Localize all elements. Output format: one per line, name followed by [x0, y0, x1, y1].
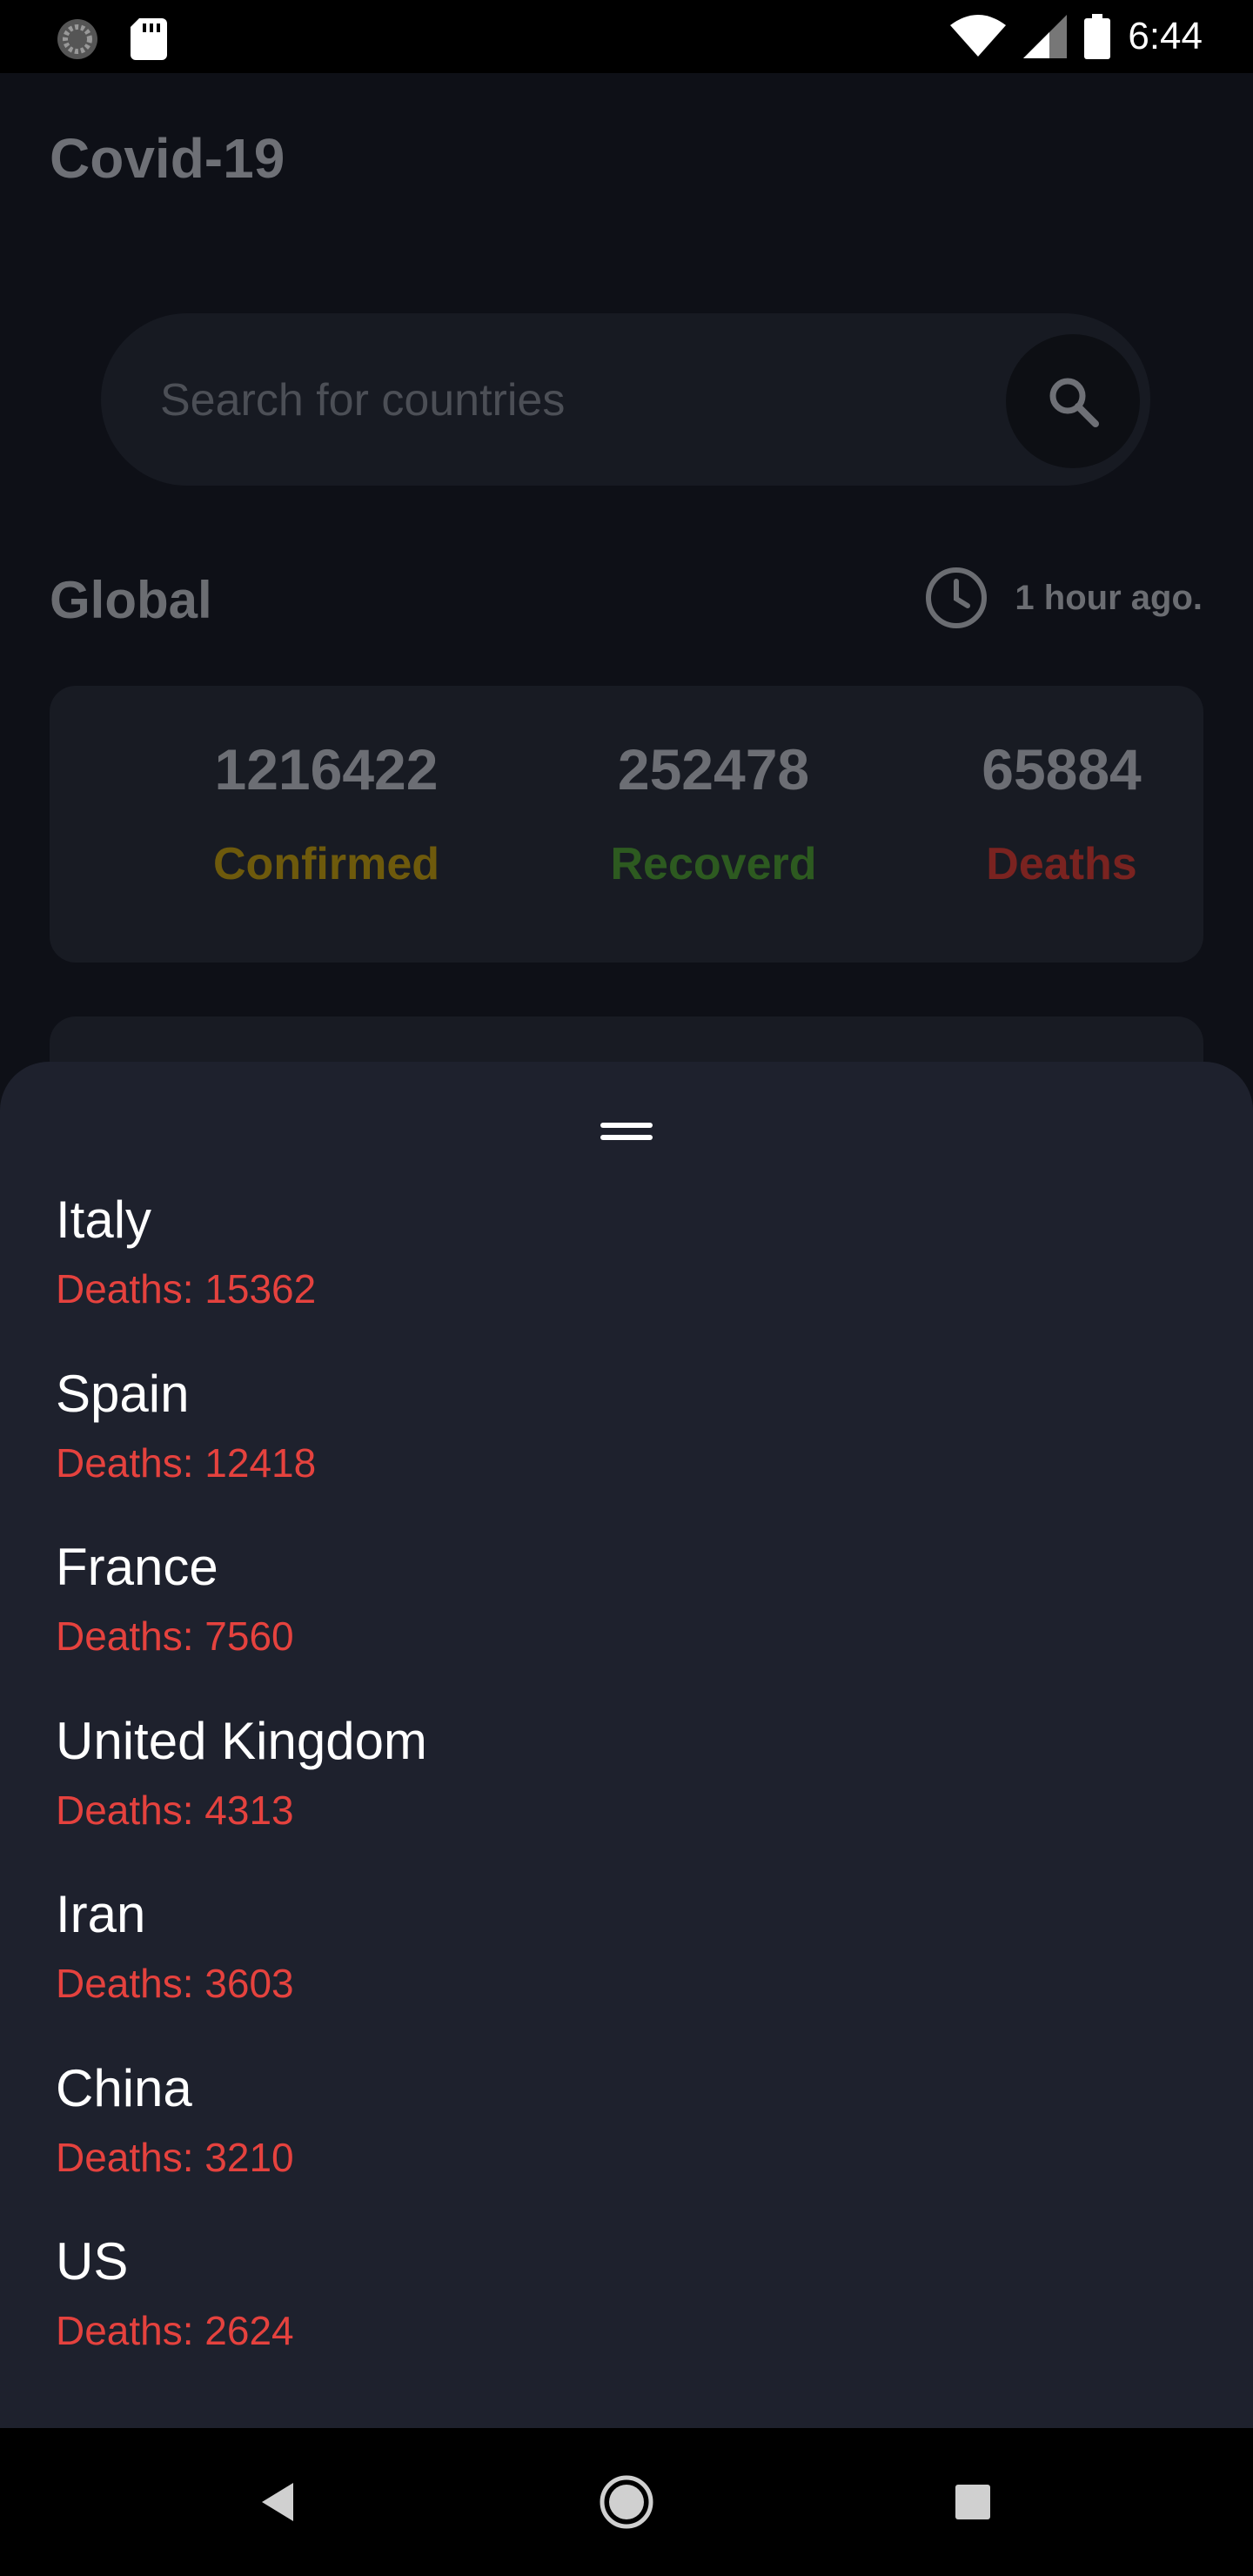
global-heading: Global — [50, 571, 212, 629]
bottom-sheet[interactable]: Italy Deaths: 15362 Spain Deaths: 12418 … — [0, 1062, 1253, 2428]
global-stats-card: 1216422 Confirmed 252478 Recoverd 65884 … — [50, 686, 1203, 963]
confirmed-stat: 1216422 Confirmed — [144, 731, 509, 895]
battery-icon — [1084, 14, 1111, 59]
list-item[interactable]: France Deaths: 7560 — [56, 1533, 1187, 1707]
sync-icon — [57, 19, 97, 59]
country-list: Italy Deaths: 15362 Spain Deaths: 12418 … — [56, 1185, 1187, 2401]
deaths-label: Deaths — [986, 839, 1137, 889]
home-button[interactable] — [596, 2472, 657, 2532]
search-input[interactable] — [158, 367, 980, 433]
list-item[interactable]: Spain Deaths: 12418 — [56, 1359, 1187, 1533]
list-item[interactable]: US Deaths: 2624 — [56, 2227, 1187, 2401]
recents-icon — [955, 2485, 990, 2519]
country-deaths: Deaths: 15362 — [56, 1266, 317, 1311]
recents-button[interactable] — [942, 2472, 1003, 2532]
confirmed-label: Confirmed — [213, 839, 439, 889]
list-item[interactable]: Iran Deaths: 3603 — [56, 1880, 1187, 2054]
status-bar: 6:44 — [0, 0, 1253, 73]
recovered-value: 252478 — [617, 737, 810, 802]
deaths-value: 65884 — [982, 737, 1142, 802]
back-icon — [262, 2483, 293, 2521]
status-time: 6:44 — [1128, 15, 1203, 57]
country-name: United Kingdom — [56, 1711, 427, 1770]
search-icon — [1049, 378, 1099, 427]
country-deaths: Deaths: 3210 — [56, 2134, 294, 2180]
list-item[interactable]: China Deaths: 3210 — [56, 2054, 1187, 2228]
clock-icon — [926, 567, 988, 628]
country-deaths: Deaths: 12418 — [56, 1439, 317, 1486]
list-item[interactable]: United Kingdom Deaths: 4313 — [56, 1707, 1187, 1881]
drag-handle-icon[interactable] — [600, 1119, 653, 1144]
app-title: Covid-19 — [50, 127, 285, 190]
confirmed-value: 1216422 — [214, 737, 439, 802]
navigation-bar — [0, 2428, 1253, 2576]
last-updated-text: 1 hour ago. — [1015, 578, 1203, 617]
recovered-label: Recoverd — [610, 839, 817, 889]
country-name: US — [56, 2232, 129, 2291]
search-bar — [101, 313, 1150, 486]
country-deaths: Deaths: 7560 — [56, 1613, 294, 1659]
sd-card-icon — [131, 18, 167, 60]
signal-icon — [1023, 15, 1068, 58]
country-deaths: Deaths: 4313 — [56, 1787, 294, 1833]
list-item[interactable]: Italy Deaths: 15362 — [56, 1185, 1187, 1359]
search-button[interactable] — [1006, 334, 1140, 468]
country-deaths: Deaths: 2624 — [56, 2308, 294, 2353]
deaths-stat: 65884 Deaths — [879, 731, 1244, 895]
last-updated: 1 hour ago. — [924, 566, 1203, 630]
country-name: Spain — [56, 1364, 190, 1423]
country-name: China — [56, 2058, 192, 2117]
country-name: Italy — [56, 1191, 152, 1249]
wifi-icon — [950, 15, 1007, 57]
recovered-stat: 252478 Recoverd — [531, 731, 896, 895]
country-deaths: Deaths: 3603 — [56, 1961, 294, 2006]
country-name: Iran — [56, 1885, 146, 1943]
home-icon — [600, 2475, 653, 2529]
back-button[interactable] — [247, 2472, 308, 2532]
country-name: France — [56, 1538, 218, 1596]
